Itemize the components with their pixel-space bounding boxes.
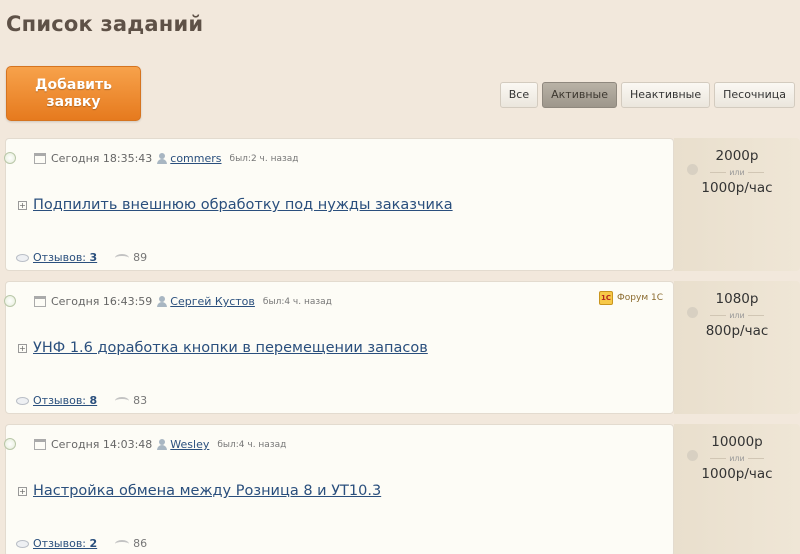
forum-1c-icon: 1С [599,291,614,305]
task-date: Сегодня 16:43:59 [51,295,153,308]
expand-plus-icon[interactable]: + [18,200,27,210]
price-or: или [674,168,800,177]
calendar-icon [34,296,46,307]
task-item: Сегодня 14:03:48 Wesley был:4 ч. назад +… [4,424,800,554]
price-hourly: 1000р/час [701,466,773,482]
views-count: 83 [133,394,148,407]
eye-icon [115,396,130,405]
user-icon [157,153,168,164]
comment-bubble-icon [16,539,29,548]
views-count: 89 [133,251,148,264]
task-title-link[interactable]: Настройка обмена между Розница 8 и УТ10.… [33,483,381,499]
task-title-row: + Настройка обмена между Розница 8 и УТ1… [18,483,381,499]
task-card: Сегодня 14:03:48 Wesley был:4 ч. назад +… [4,424,674,554]
task-title-link[interactable]: УНФ 1.6 доработка кнопки в перемещении з… [33,340,428,356]
comment-bubble-icon [16,396,29,405]
author-last-seen: был:4 ч. назад [262,296,332,307]
forum-badge[interactable]: 1С Форум 1С [599,291,663,305]
task-author-link[interactable]: commers [170,152,221,165]
task-meta: Сегодня 18:35:43 commers был:2 ч. назад [34,152,299,165]
task-card: Сегодня 16:43:59 Сергей Кустов был:4 ч. … [4,281,674,414]
filter-tabs: Все Активные Неактивные Песочница [499,82,795,108]
add-request-button[interactable]: Добавить заявку [6,66,141,121]
task-title-link[interactable]: Подпилить внешнюю обработку под нужды за… [33,197,453,213]
task-meta: Сегодня 14:03:48 Wesley был:4 ч. назад [34,438,286,451]
task-date: Сегодня 18:35:43 [51,152,153,165]
author-last-seen: был:2 ч. назад [229,153,299,164]
task-price: 2000р или 1000р/час [674,138,800,271]
user-icon [157,439,168,450]
price-or: или [674,311,800,320]
task-meta: Сегодня 16:43:59 Сергей Кустов был:4 ч. … [34,295,332,308]
task-title-row: + УНФ 1.6 доработка кнопки в перемещении… [18,340,428,356]
eye-icon [115,539,130,548]
calendar-icon [34,153,46,164]
price-or: или [674,454,800,463]
filter-tab-inactive[interactable]: Неактивные [621,82,711,108]
views-count: 86 [133,537,148,550]
price-hourly: 800р/час [705,323,769,339]
task-card: Сегодня 18:35:43 commers был:2 ч. назад … [4,138,674,271]
expand-plus-icon[interactable]: + [18,486,27,496]
task-stats: Отзывов: 2 86 [16,537,147,550]
reviews-count: 2 [89,537,98,550]
forum-label: Форум 1С [617,293,663,303]
price-fixed: 1080р [715,291,759,307]
filter-tab-sandbox[interactable]: Песочница [714,82,795,108]
task-author-link[interactable]: Сергей Кустов [170,295,255,308]
price-hourly: 1000р/час [701,180,773,196]
task-price: 10000р или 1000р/час [674,424,800,554]
task-price: 1080р или 800р/час [674,281,800,414]
expand-plus-icon[interactable]: + [18,343,27,353]
price-fixed: 2000р [715,148,759,164]
filter-tab-active[interactable]: Активные [542,82,617,108]
task-item: Сегодня 18:35:43 commers был:2 ч. назад … [4,138,800,271]
status-dot-icon [4,152,16,164]
author-last-seen: был:4 ч. назад [217,439,287,450]
reviews-count: 8 [89,394,98,407]
reviews-link[interactable]: Отзывов: 2 [33,537,97,550]
task-item: Сегодня 16:43:59 Сергей Кустов был:4 ч. … [4,281,800,414]
filter-tab-all[interactable]: Все [499,82,539,108]
task-date: Сегодня 14:03:48 [51,438,153,451]
price-fixed: 10000р [711,434,763,450]
task-author-link[interactable]: Wesley [170,438,209,451]
status-dot-icon [4,295,16,307]
task-title-row: + Подпилить внешнюю обработку под нужды … [18,197,453,213]
task-stats: Отзывов: 3 89 [16,251,147,264]
reviews-count: 3 [89,251,98,264]
task-stats: Отзывов: 8 83 [16,394,147,407]
reviews-link[interactable]: Отзывов: 3 [33,251,97,264]
reviews-link[interactable]: Отзывов: 8 [33,394,97,407]
calendar-icon [34,439,46,450]
user-icon [157,296,168,307]
eye-icon [115,253,130,262]
comment-bubble-icon [16,253,29,262]
page-title: Список заданий [6,12,204,36]
status-dot-icon [4,438,16,450]
